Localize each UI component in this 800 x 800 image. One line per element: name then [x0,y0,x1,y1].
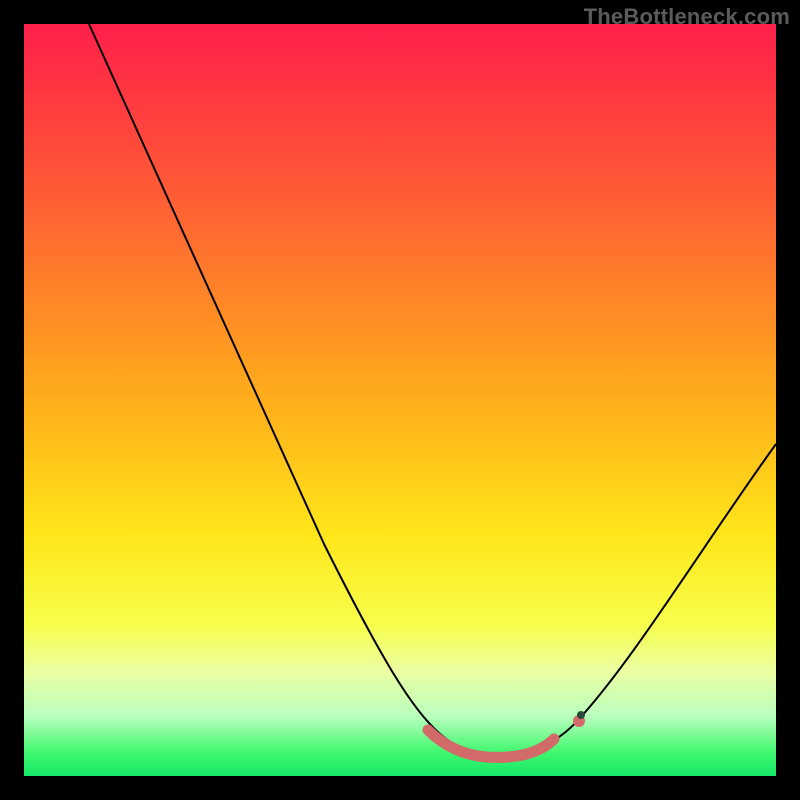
optimal-range-highlight [428,730,554,757]
bottleneck-curve [89,24,776,755]
watermark-text: TheBottleneck.com [584,4,790,30]
bottleneck-curve-plot [24,24,776,776]
curve-marker [577,711,585,719]
chart-area [24,24,776,776]
